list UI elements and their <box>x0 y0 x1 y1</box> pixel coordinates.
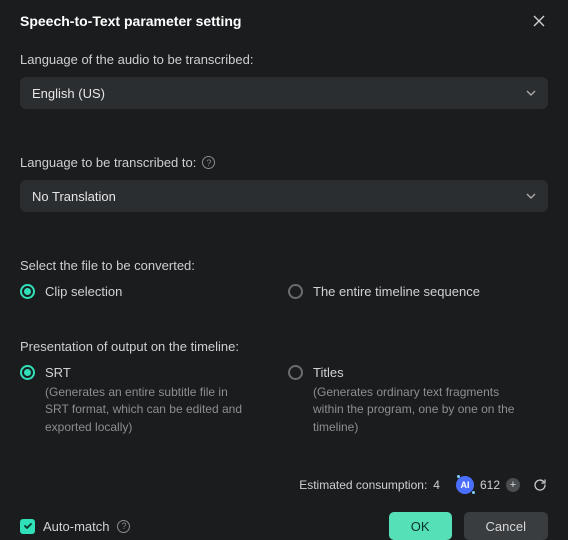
help-icon[interactable]: ? <box>202 156 215 169</box>
radio-icon <box>20 284 35 299</box>
checkbox-icon <box>20 519 35 534</box>
file-select-label: Select the file to be converted: <box>20 258 548 273</box>
file-select-options: Clip selection The entire timeline seque… <box>20 283 548 299</box>
radio-titles[interactable]: Titles <box>288 364 344 380</box>
output-presentation-group: Presentation of output on the timeline: … <box>20 339 548 454</box>
estimate-label: Estimated consumption: <box>299 478 427 492</box>
radio-clip-label: Clip selection <box>45 284 122 299</box>
radio-entire-timeline[interactable]: The entire timeline sequence <box>288 283 480 299</box>
refresh-icon <box>533 478 547 492</box>
radio-icon <box>288 284 303 299</box>
target-language-group: Language to be transcribed to: ? No Tran… <box>20 155 548 236</box>
target-language-label: Language to be transcribed to: ? <box>20 155 548 170</box>
chevron-down-icon <box>526 193 536 199</box>
target-language-label-text: Language to be transcribed to: <box>20 155 196 170</box>
radio-icon <box>288 365 303 380</box>
action-buttons: OK Cancel <box>389 512 548 540</box>
dialog-footer: Estimated consumption: 4 AI 612 + Auto-m… <box>20 476 548 540</box>
source-language-value: English (US) <box>32 86 105 101</box>
ai-credits-icon: AI <box>456 476 474 494</box>
source-language-select[interactable]: English (US) <box>20 77 548 109</box>
radio-icon <box>20 365 35 380</box>
radio-titles-label: Titles <box>313 365 344 380</box>
cancel-button[interactable]: Cancel <box>464 512 548 540</box>
radio-srt[interactable]: SRT <box>20 364 71 380</box>
auto-match-label: Auto-match <box>43 519 109 534</box>
refresh-button[interactable] <box>532 477 548 493</box>
estimate-value: 4 <box>433 478 440 492</box>
stt-settings-dialog: Speech-to-Text parameter setting Languag… <box>0 0 568 516</box>
radio-srt-label: SRT <box>45 365 71 380</box>
output-options: SRT (Generates an entire subtitle file i… <box>20 364 548 436</box>
radio-srt-desc: (Generates an entire subtitle file in SR… <box>20 384 250 436</box>
close-icon <box>533 15 545 27</box>
radio-titles-desc: (Generates ordinary text fragments withi… <box>288 384 518 436</box>
close-button[interactable] <box>530 12 548 30</box>
source-language-group: Language of the audio to be transcribed:… <box>20 52 548 133</box>
dialog-header: Speech-to-Text parameter setting <box>20 12 548 30</box>
source-language-label: Language of the audio to be transcribed: <box>20 52 548 67</box>
estimate-row: Estimated consumption: 4 AI 612 + <box>20 476 548 494</box>
radio-timeline-label: The entire timeline sequence <box>313 284 480 299</box>
dialog-title: Speech-to-Text parameter setting <box>20 13 241 29</box>
add-credits-button[interactable]: + <box>506 478 520 492</box>
credits-value: 612 <box>480 478 500 492</box>
ok-button[interactable]: OK <box>389 512 452 540</box>
chevron-down-icon <box>526 90 536 96</box>
auto-match-checkbox[interactable]: Auto-match ? <box>20 519 130 534</box>
file-select-group: Select the file to be converted: Clip se… <box>20 258 548 317</box>
target-language-select[interactable]: No Translation <box>20 180 548 212</box>
radio-clip-selection[interactable]: Clip selection <box>20 283 122 299</box>
help-icon[interactable]: ? <box>117 520 130 533</box>
button-row: Auto-match ? OK Cancel <box>20 512 548 540</box>
target-language-value: No Translation <box>32 189 116 204</box>
output-label: Presentation of output on the timeline: <box>20 339 548 354</box>
